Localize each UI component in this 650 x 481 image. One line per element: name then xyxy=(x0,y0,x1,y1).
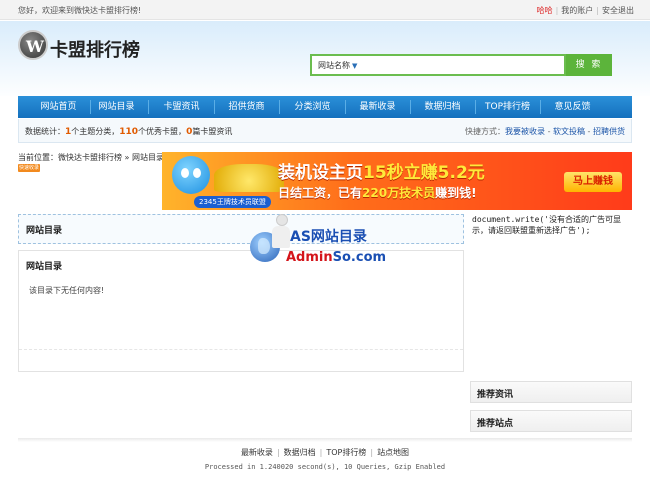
panel-title: 网站目录 xyxy=(26,226,63,236)
account-links: 哈哈 | 我的账户 | 安全退出 xyxy=(536,6,634,15)
main-nav: 网站首页 网站目录 卡盟资讯 招供货商 分类浏览 最新收录 数据归档 TOP排行… xyxy=(18,96,632,118)
search-type-select[interactable]: 网站名称 ▼ xyxy=(318,60,357,71)
breadcrumb: 当前位置：微快达卡盟排行榜 » 网站目录 xyxy=(18,153,164,162)
submit-article-link[interactable]: 软文投稿 xyxy=(553,127,585,136)
username-link[interactable]: 哈哈 xyxy=(537,6,553,15)
nav-item-directory[interactable]: 网站目录 xyxy=(84,96,149,118)
footer-link-top[interactable]: TOP排行榜 xyxy=(326,448,366,457)
footer-link-latest[interactable]: 最新收录 xyxy=(241,448,273,457)
welcome-text: 您好，欢迎来到微快达卡盟排行榜! xyxy=(18,6,142,15)
processing-info: Processed in 1.240020 second(s), 10 Quer… xyxy=(204,463,446,471)
search-bar: 网站名称 ▼ 搜 索 xyxy=(310,54,612,76)
nav-item-archive[interactable]: 数据归档 xyxy=(410,96,475,118)
quick-submit-badge[interactable]: 快速收录 xyxy=(18,164,40,172)
wordpress-logo-icon: W xyxy=(18,30,48,60)
footer-divider xyxy=(18,438,632,442)
stats-bar: 数据统计：1个主题分类，110个优秀卡盟，0篇卡盟资讯 快捷方式：我要被收录 -… xyxy=(18,119,632,143)
nav-item-top[interactable]: TOP排行榜 xyxy=(475,96,540,118)
nav-item-home[interactable]: 网站首页 xyxy=(26,96,91,118)
panel-title: 网站目录 xyxy=(26,262,63,272)
banner-brand: 2345王牌技术员联盟 xyxy=(194,196,271,208)
logo-text: 卡盟排行榜 xyxy=(50,40,140,61)
footer-link-archive[interactable]: 数据归档 xyxy=(284,448,316,457)
footer-link-sitemap[interactable]: 站点地图 xyxy=(377,448,409,457)
adminso-watermark: AS网站目录 AdminSo.com xyxy=(248,212,400,270)
quick-links: 快捷方式：我要被收录 - 软文投稿 - 招聘供货 xyxy=(465,127,625,136)
recommended-news-box: 推荐资讯 xyxy=(470,381,632,403)
chevron-down-icon: ▼ xyxy=(352,62,358,70)
nav-item-suppliers[interactable]: 招供货商 xyxy=(214,96,279,118)
banner-headline: 装机设主页15秒立赚5.2元 xyxy=(278,163,485,183)
box-title: 推荐资讯 xyxy=(477,390,514,400)
footer-links: 最新收录 | 数据归档 | TOP排行榜 | 站点地图 xyxy=(240,448,410,457)
banner-subline: 日结工资，已有220万技术员赚到钱! xyxy=(278,186,477,200)
my-account-link[interactable]: 我的账户 xyxy=(561,6,593,15)
nav-item-news[interactable]: 卡盟资讯 xyxy=(149,96,214,118)
nav-item-categories[interactable]: 分类浏览 xyxy=(280,96,345,118)
watermark-domain: AdminSo.com xyxy=(286,250,387,265)
banner-ad[interactable]: 2345王牌技术员联盟 装机设主页15秒立赚5.2元 日结工资，已有220万技术… xyxy=(162,152,632,210)
banner-cta-button[interactable]: 马上赚钱 xyxy=(564,172,622,192)
nav-item-feedback[interactable]: 意见反馈 xyxy=(540,96,605,118)
recruit-supplier-link[interactable]: 招聘供货 xyxy=(593,127,625,136)
divider xyxy=(19,349,463,350)
nav-item-latest[interactable]: 最新收录 xyxy=(345,96,410,118)
gold-coins-icon xyxy=(214,164,284,192)
ad-placeholder-text: document.write('没有合适的广告可显示，请返回联盟重新选择广告')… xyxy=(472,215,622,235)
site-stats: 数据统计：1个主题分类，110个优秀卡盟，0篇卡盟资讯 xyxy=(25,127,233,137)
person-icon xyxy=(272,226,290,248)
mascot-icon xyxy=(172,156,210,194)
watermark-title: AS网站目录 xyxy=(290,229,367,245)
logout-link[interactable]: 安全退出 xyxy=(602,6,634,15)
empty-message: 该目录下无任何内容! xyxy=(29,286,105,295)
recommended-sites-box: 推荐站点 xyxy=(470,410,632,432)
top-bar: 您好，欢迎来到微快达卡盟排行榜! 哈哈 | 我的账户 | 安全退出 xyxy=(0,0,650,20)
box-title: 推荐站点 xyxy=(477,419,514,429)
search-button[interactable]: 搜 索 xyxy=(566,54,612,76)
submit-site-link[interactable]: 我要被收录 xyxy=(505,127,545,136)
search-input[interactable]: 网站名称 ▼ xyxy=(310,54,566,76)
